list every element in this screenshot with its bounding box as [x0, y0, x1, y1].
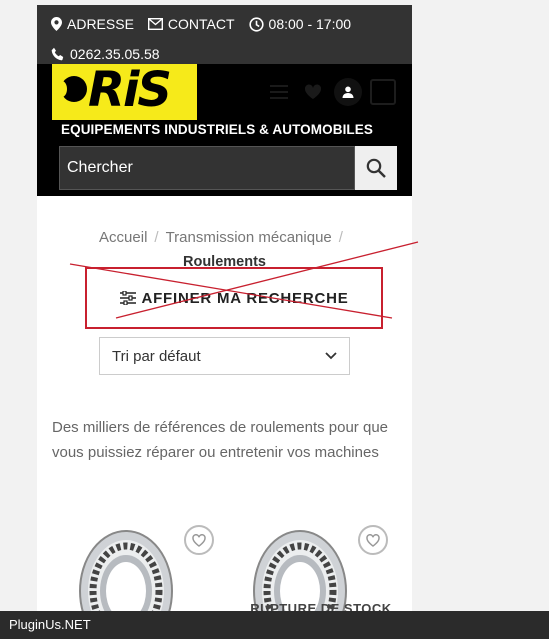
address-label: ADRESSE — [67, 16, 134, 32]
hours-label: 08:00 - 17:00 — [268, 16, 352, 32]
opening-hours: 08:00 - 17:00 — [248, 16, 352, 32]
menu-icon[interactable] — [266, 79, 292, 105]
refine-search-button[interactable]: AFFINER MA RECHERCHE — [85, 267, 383, 329]
search-form: Chercher — [59, 146, 397, 190]
site-logo[interactable]: RiS — [52, 64, 197, 120]
envelope-icon — [147, 18, 163, 30]
sort-select[interactable]: Tri par défaut — [99, 337, 350, 375]
account-user-icon[interactable] — [334, 78, 362, 106]
footer-credit-link[interactable]: PluginUs.NET — [9, 617, 91, 632]
site-tagline: EQUIPEMENTS INDUSTRIELS & AUTOMOBILES — [61, 122, 373, 137]
address-link[interactable]: ADRESSE — [51, 16, 134, 32]
chevron-down-icon — [325, 352, 337, 360]
search-icon — [366, 158, 386, 178]
phone-label: 0262.35.05.58 — [70, 46, 160, 62]
breadcrumb-separator: / — [338, 229, 343, 246]
breadcrumb-separator: / — [154, 229, 159, 246]
logo-text: RiS — [88, 64, 172, 118]
refine-label: AFFINER MA RECHERCHE — [141, 289, 349, 307]
footer-credit-bar: PluginUs.NET — [0, 611, 549, 639]
clock-icon — [248, 16, 264, 32]
sort-selected-value: Tri par défaut — [112, 347, 201, 365]
phone-icon — [51, 47, 64, 61]
add-to-wishlist-button[interactable] — [184, 525, 214, 555]
map-pin-icon — [51, 17, 62, 31]
top-bar: ADRESSE CONTACT 08:00 - 17:00 0262.35.05… — [37, 5, 412, 64]
cart-icon[interactable] — [370, 79, 396, 105]
wishlist-heart-icon[interactable] — [300, 79, 326, 105]
header-icons — [258, 78, 396, 106]
site-header: RiS EQUIPEMENTS INDUSTRIELS & AUTOMOBILE… — [37, 64, 412, 196]
heart-icon — [192, 533, 206, 547]
mobile-page: ADRESSE CONTACT 08:00 - 17:00 0262.35.05… — [37, 5, 412, 639]
logo-dot — [57, 76, 87, 102]
breadcrumb-link-home[interactable]: Accueil — [99, 229, 147, 246]
search-button[interactable] — [355, 146, 397, 190]
category-description: Des milliers de références de roulements… — [52, 419, 388, 461]
contact-link[interactable]: CONTACT — [147, 16, 235, 32]
filter-sliders-icon — [120, 291, 137, 305]
breadcrumb-link-transmission[interactable]: Transmission mécanique — [166, 229, 332, 246]
search-input[interactable]: Chercher — [59, 146, 355, 190]
add-to-wishlist-button[interactable] — [358, 525, 388, 555]
contact-label: CONTACT — [167, 16, 235, 32]
heart-icon — [366, 533, 380, 547]
phone-link[interactable]: 0262.35.05.58 — [51, 46, 160, 62]
